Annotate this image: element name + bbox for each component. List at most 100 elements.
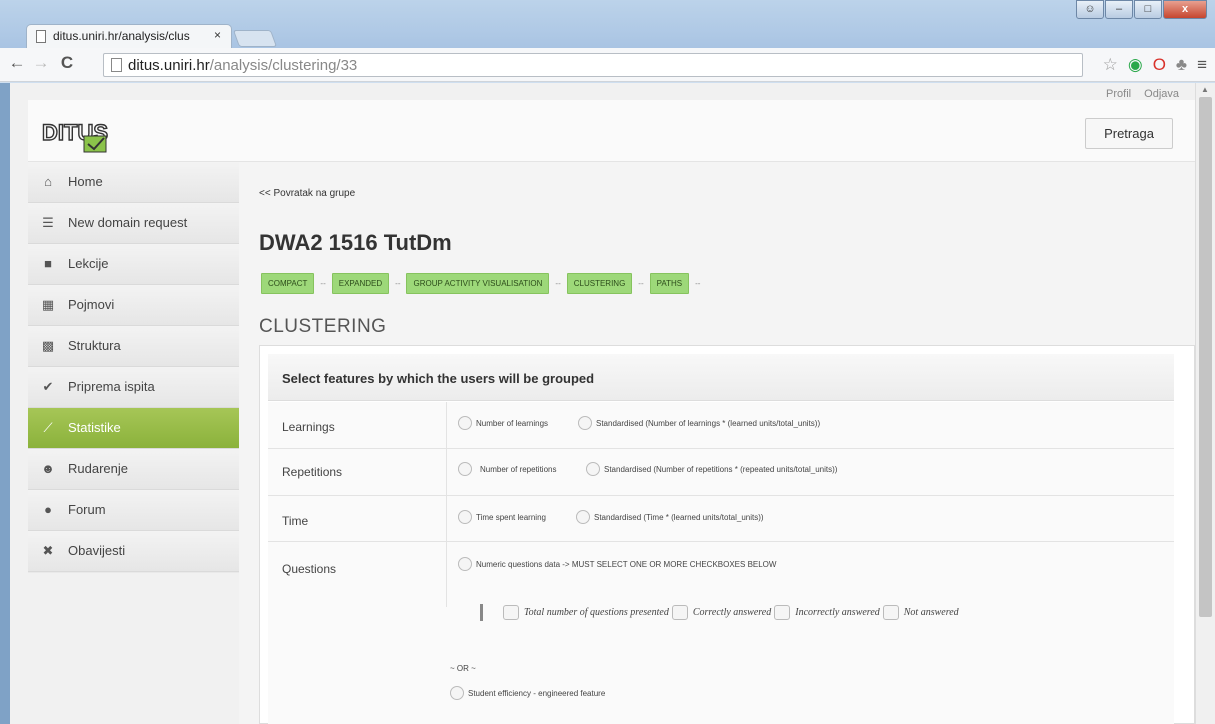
- tab-clustering[interactable]: CLUSTERING: [566, 273, 633, 294]
- extension-icon[interactable]: ♣: [1176, 55, 1187, 75]
- tab-group-activity-visualisation[interactable]: GROUP ACTIVITY VISUALISATION: [406, 273, 550, 294]
- divider: [446, 402, 447, 448]
- feature-row-repetitions: Repetitions Number of repetitions Standa…: [268, 449, 1174, 496]
- radio-button[interactable]: [458, 416, 472, 430]
- menu-icon[interactable]: ≡: [1197, 55, 1207, 75]
- users-icon: ☻: [41, 461, 55, 476]
- tab-separator: --: [638, 279, 644, 288]
- sidebar-item-home[interactable]: ⌂ Home: [28, 162, 239, 203]
- sidebar-item-statistike[interactable]: ⟋ Statistike: [28, 408, 239, 449]
- sidebar-item-label: Statistike: [68, 420, 121, 435]
- clustering-panel: Select features by which the users will …: [259, 345, 1195, 724]
- row-label: Questions: [282, 562, 337, 576]
- sidebar-item-label: Forum: [68, 502, 106, 517]
- sidebar-item-new-domain-request[interactable]: ☰ New domain request: [28, 203, 239, 244]
- top-nav: Profil Odjava: [1096, 88, 1179, 100]
- radio-button[interactable]: [578, 416, 592, 430]
- feature-row-time: Time Time spent learning Standardised (T…: [268, 496, 1174, 542]
- checkbox-label: Correctly answered: [692, 607, 772, 618]
- sidebar-item-rudarenje[interactable]: ☻ Rudarenje: [28, 449, 239, 490]
- reload-icon[interactable]: C: [56, 53, 78, 73]
- tab-close-icon[interactable]: ×: [214, 28, 221, 42]
- radio-button[interactable]: [576, 510, 590, 524]
- radio-option[interactable]: Standardised (Number of learnings * (lea…: [578, 416, 820, 430]
- sidebar-item-struktura[interactable]: ▩ Struktura: [28, 326, 239, 367]
- radio-button[interactable]: [458, 557, 472, 571]
- close-window-button[interactable]: x: [1163, 0, 1207, 19]
- option-label: Numeric questions data -> MUST SELECT ON…: [476, 559, 777, 569]
- profile-link[interactable]: Profil: [1106, 88, 1131, 100]
- grid-icon: ▦: [41, 297, 55, 312]
- search-button[interactable]: Pretraga: [1085, 118, 1173, 149]
- checkbox[interactable]: [774, 605, 791, 620]
- panel-title: Select features by which the users will …: [268, 354, 1174, 401]
- sidebar-item-pojmovi[interactable]: ▦ Pojmovi: [28, 285, 239, 326]
- comments-icon: ●: [44, 502, 52, 517]
- checkmark-icon: ✔: [42, 379, 54, 394]
- checkbox[interactable]: [882, 605, 899, 620]
- page-scrollbar[interactable]: ▲: [1195, 83, 1215, 724]
- sidebar-item-label: New domain request: [68, 215, 188, 230]
- scrollbar-thumb[interactable]: [1199, 97, 1212, 617]
- browser-tab[interactable]: ditus.uniri.hr/analysis/clus ×: [26, 24, 232, 48]
- forward-arrow-icon[interactable]: →: [30, 53, 52, 73]
- radio-button[interactable]: [586, 462, 600, 476]
- radio-option[interactable]: Numeric questions data -> MUST SELECT ON…: [458, 557, 776, 571]
- sidebar-item-label: Priprema ispita: [68, 379, 155, 394]
- back-to-groups-link[interactable]: << Povratak na grupe: [259, 188, 355, 199]
- option-label: Standardised (Number of learnings * (lea…: [596, 418, 821, 428]
- sidebar-item-label: Struktura: [68, 338, 121, 353]
- address-bar[interactable]: ditus.uniri.hr/analysis/clustering/33: [103, 53, 1083, 77]
- web-page: Profil Odjava DITUS Pretraga ⌂ Home ☰ New …: [10, 83, 1195, 724]
- radio-button[interactable]: [458, 462, 472, 476]
- maximize-button[interactable]: □: [1134, 0, 1162, 19]
- divider: [446, 449, 447, 495]
- tab-expanded[interactable]: EXPANDED: [331, 273, 390, 294]
- sidebar-item-forum[interactable]: ● Forum: [28, 490, 239, 531]
- checkbox-option[interactable]: Not answered: [882, 605, 959, 620]
- opera-icon[interactable]: O: [1153, 55, 1166, 75]
- radio-option[interactable]: Standardised (Number of repetitions * (r…: [586, 462, 837, 476]
- radio-option[interactable]: Standardised (Time * (learned units/tota…: [576, 510, 764, 524]
- checkbox[interactable]: [503, 605, 519, 620]
- book-icon: ■: [44, 256, 52, 271]
- radio-option[interactable]: Time spent learning: [458, 510, 546, 524]
- radio-option[interactable]: Number of repetitions: [458, 462, 556, 476]
- view-tabs: COMPACT -- EXPANDED -- GROUP ACTIVITY VI…: [261, 273, 706, 294]
- extension-icon[interactable]: ◉: [1128, 55, 1143, 75]
- new-tab-button[interactable]: [232, 30, 278, 47]
- tab-separator: --: [395, 279, 401, 288]
- minimize-button[interactable]: –: [1105, 0, 1133, 19]
- divider: [446, 542, 447, 607]
- tab-strip: ditus.uniri.hr/analysis/clus × ☺ – □ x: [0, 0, 1215, 48]
- ditus-logo[interactable]: DITUS: [40, 114, 120, 154]
- user-icon[interactable]: ☺: [1076, 0, 1104, 19]
- logout-link[interactable]: Odjava: [1144, 88, 1179, 100]
- sidebar-item-lekcije[interactable]: ■ Lekcije: [28, 244, 239, 285]
- radio-option[interactable]: Student efficiency - engineered feature: [450, 686, 605, 700]
- sidebar: ⌂ Home ☰ New domain request ■ Lekcije ▦ Pojm…: [28, 162, 239, 573]
- radio-button[interactable]: [450, 686, 464, 700]
- sidebar-item-obavijesti[interactable]: ✖ Obavijesti: [28, 531, 239, 572]
- radio-option[interactable]: Number of learnings: [458, 416, 548, 430]
- sidebar-item-label: Obavijesti: [68, 543, 126, 558]
- main-content: << Povratak na grupe DWA2 1516 TutDm COM…: [239, 162, 1195, 724]
- radio-button[interactable]: [458, 510, 472, 524]
- divider: [480, 604, 483, 621]
- tab-paths[interactable]: PATHS: [649, 273, 690, 294]
- divider: [446, 496, 447, 541]
- checkbox[interactable]: [671, 605, 688, 620]
- option-label: Standardised (Time * (learned units/tota…: [594, 512, 764, 522]
- checkbox-option[interactable]: Incorrectly answered: [774, 605, 880, 620]
- sidebar-item-label: Rudarenje: [68, 461, 128, 476]
- scroll-up-icon[interactable]: ▲: [1201, 85, 1209, 94]
- sidebar-item-priprema-ispita[interactable]: ✔ Priprema ispita: [28, 367, 239, 408]
- window-controls: ☺ – □ x: [1075, 0, 1207, 24]
- tab-compact[interactable]: COMPACT: [261, 273, 315, 294]
- checkbox-option[interactable]: Correctly answered: [671, 605, 772, 620]
- qr-icon: ▩: [41, 338, 55, 353]
- feature-row-questions: Questions Numeric questions data -> MUST…: [268, 542, 1174, 724]
- checkbox-option[interactable]: Total number of questions presented: [503, 605, 669, 620]
- back-arrow-icon[interactable]: ←: [6, 53, 28, 73]
- star-icon[interactable]: ☆: [1103, 55, 1118, 75]
